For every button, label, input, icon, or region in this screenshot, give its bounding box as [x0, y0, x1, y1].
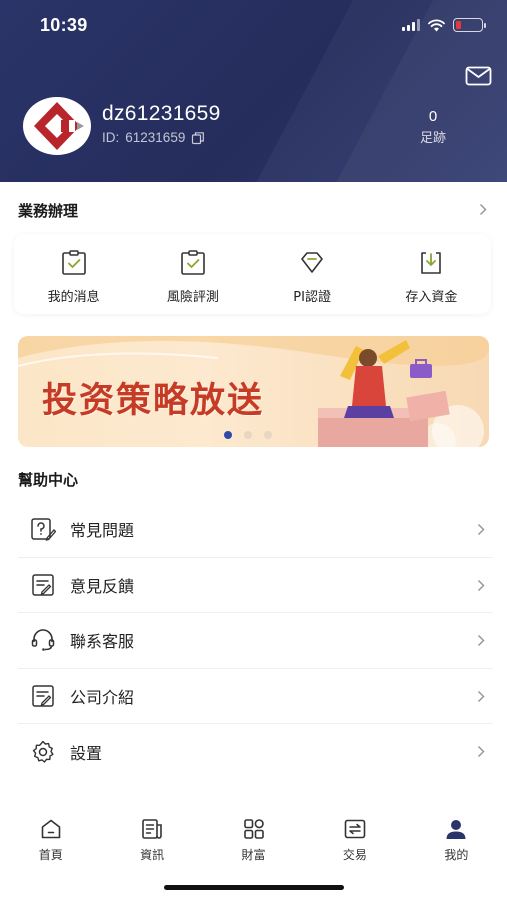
- help-section-title: 幫助中心: [18, 471, 79, 489]
- help-item-company-intro[interactable]: 公司介紹: [18, 669, 493, 724]
- help-item-label: 設置: [70, 743, 103, 763]
- company-doc-icon: [32, 685, 54, 707]
- help-item-settings[interactable]: 設置: [18, 724, 493, 780]
- status-time: 10:39: [40, 15, 88, 35]
- avatar[interactable]: [23, 97, 91, 155]
- carousel-dot[interactable]: [224, 431, 232, 439]
- mail-icon[interactable]: [465, 66, 492, 86]
- user-id: ID: 61231659: [102, 130, 205, 145]
- home-indicator[interactable]: [164, 885, 344, 890]
- user-id-value: 61231659: [125, 130, 186, 145]
- status-bar: 10:39: [0, 0, 507, 54]
- carousel-dot[interactable]: [244, 431, 252, 439]
- feedback-doc-icon: [32, 574, 54, 596]
- carousel-indicator: [224, 431, 272, 439]
- banner-title: 投资策略放送: [42, 381, 265, 421]
- question-doc-icon: [31, 518, 56, 542]
- help-item-label: 意見反饋: [70, 576, 135, 596]
- gear-icon: [32, 740, 54, 763]
- tab-label: 首頁: [38, 848, 63, 862]
- tab-trade[interactable]: 交易: [304, 808, 405, 868]
- status-icons: [402, 18, 486, 32]
- profile-header: 10:39 dz61231659 ID: 61231659 0 足跡: [0, 0, 507, 182]
- biz-item-label: 風險評測: [166, 290, 219, 305]
- chevron-right-icon: [477, 634, 485, 647]
- help-item-faq[interactable]: 常見問題: [18, 502, 493, 558]
- battery-icon: [453, 18, 486, 32]
- tab-mine[interactable]: 我的: [406, 808, 507, 868]
- footprint-counter[interactable]: 0 足跡: [405, 108, 461, 146]
- user-icon: [446, 820, 466, 839]
- help-item-label: 聯系客服: [70, 632, 135, 652]
- tab-label: 財富: [241, 848, 266, 862]
- tab-label: 交易: [342, 848, 367, 862]
- tab-home[interactable]: 首頁: [0, 808, 101, 868]
- bottom-tab-bar: 首頁 資訊 財富 交易 我的: [0, 808, 507, 868]
- biz-item-deposit[interactable]: 存入資金: [372, 234, 491, 314]
- biz-item-label: 我的消息: [47, 290, 100, 305]
- carousel-dot[interactable]: [264, 431, 272, 439]
- biz-item-label: PI認證: [293, 290, 331, 305]
- message-clipboard-icon: [61, 250, 86, 275]
- chevron-right-icon: [477, 690, 485, 702]
- company-logo-icon: [34, 102, 84, 150]
- risk-clipboard-icon: [181, 250, 205, 275]
- copy-icon[interactable]: [191, 131, 205, 145]
- deposit-icon: [421, 252, 442, 274]
- tab-label: 資訊: [140, 848, 165, 862]
- home-icon: [41, 819, 61, 839]
- business-section-title: 業務辦理: [18, 202, 79, 220]
- chevron-right-icon[interactable]: [479, 203, 487, 216]
- grid-icon: [243, 819, 264, 839]
- biz-item-pi-certification[interactable]: PI認證: [253, 234, 372, 314]
- user-id-label: ID:: [102, 130, 120, 145]
- tab-label: 我的: [444, 848, 469, 862]
- exchange-icon: [344, 819, 366, 839]
- promo-banner[interactable]: 投资策略放送: [18, 336, 489, 447]
- chevron-right-icon: [477, 523, 485, 536]
- help-item-label: 公司介紹: [70, 687, 135, 707]
- help-list: 常見問題 意見反饋 聯系客服 公司介紹 設置: [18, 502, 493, 780]
- biz-item-messages[interactable]: 我的消息: [14, 234, 133, 314]
- help-item-feedback[interactable]: 意見反饋: [18, 558, 493, 613]
- footprint-count: 0: [428, 108, 438, 125]
- wifi-icon: [428, 19, 445, 31]
- news-icon: [142, 819, 162, 839]
- help-item-customer-service[interactable]: 聯系客服: [18, 613, 493, 669]
- username: dz61231659: [102, 102, 221, 125]
- footprint-label: 足跡: [419, 131, 446, 146]
- chevron-right-icon: [477, 745, 485, 758]
- cellular-signal-icon: [402, 19, 420, 31]
- chevron-right-icon: [477, 579, 485, 591]
- business-card: 我的消息 風險評測 PI認證 存入資金: [14, 234, 491, 314]
- biz-item-label: 存入資金: [405, 290, 458, 305]
- tab-news[interactable]: 資訊: [101, 808, 202, 868]
- diamond-icon: [301, 252, 323, 273]
- tab-wealth[interactable]: 財富: [203, 808, 304, 868]
- headset-icon: [31, 629, 55, 652]
- help-item-label: 常見問題: [70, 521, 135, 541]
- biz-item-risk-assessment[interactable]: 風險評測: [133, 234, 252, 314]
